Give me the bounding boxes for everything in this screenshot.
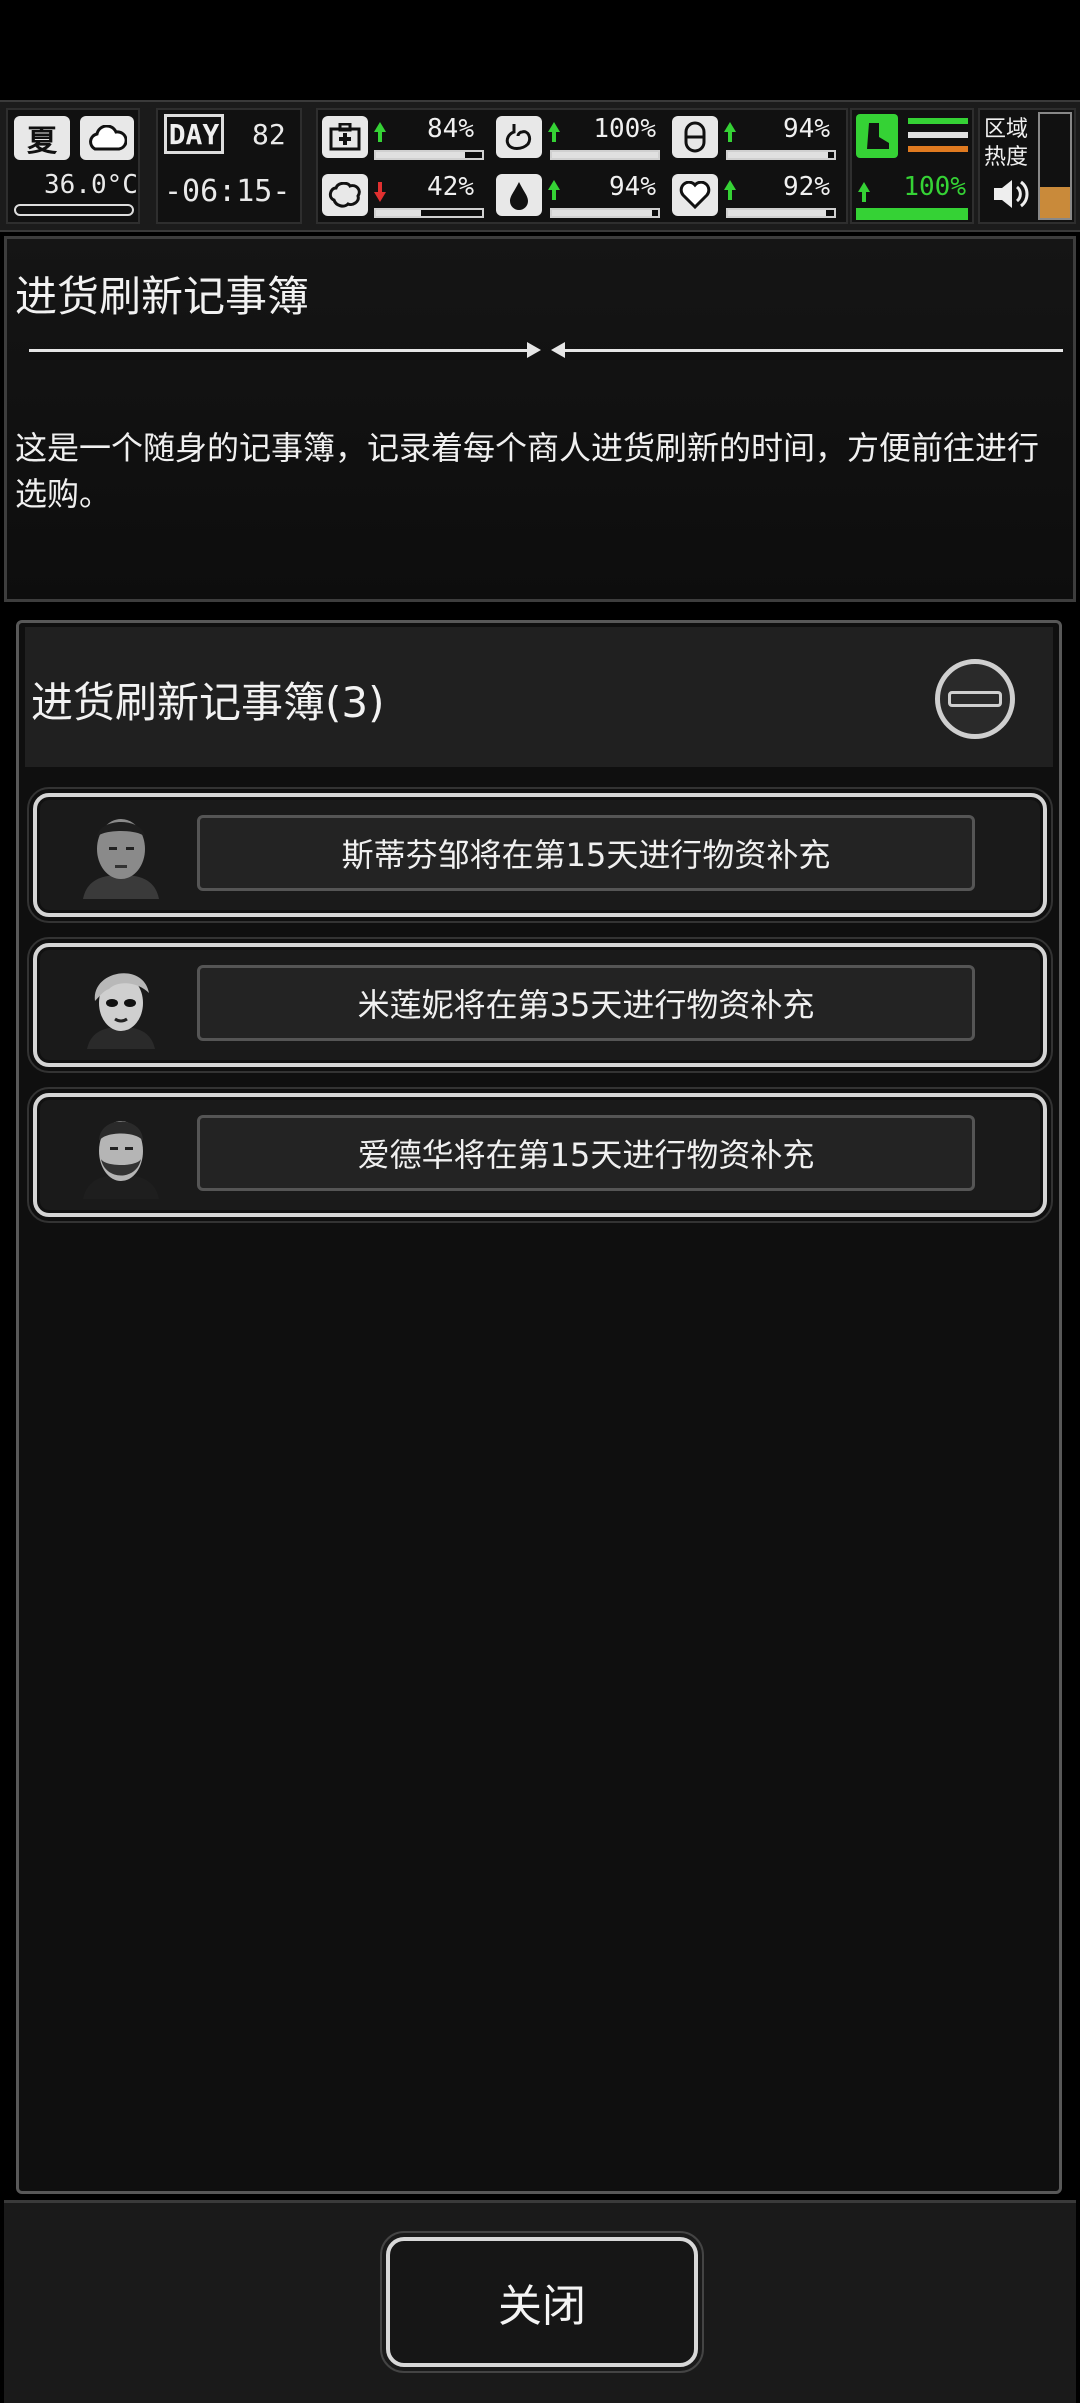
time-readout: -06:15- bbox=[164, 174, 291, 209]
stamina-value: 100% bbox=[903, 172, 966, 202]
water-bar bbox=[550, 208, 660, 218]
health-value: 84% bbox=[427, 114, 474, 144]
heart-bar bbox=[726, 208, 836, 218]
brain-icon bbox=[322, 174, 368, 216]
stomach-value: 100% bbox=[593, 114, 656, 144]
zone-heat-block: 区域热度 bbox=[978, 108, 1076, 224]
restock-entry-label: 斯蒂芬邹将在第15天进行物资补充 bbox=[197, 815, 975, 891]
health-bar bbox=[374, 150, 484, 160]
stamina-lines-icon bbox=[908, 118, 968, 156]
stamina-block: 100% bbox=[850, 108, 974, 224]
list-item[interactable]: 斯蒂芬邹将在第15天进行物资补充 bbox=[27, 787, 1053, 923]
close-button[interactable]: 关闭 bbox=[380, 2231, 704, 2373]
collapse-button[interactable] bbox=[935, 659, 1015, 739]
title-divider bbox=[29, 342, 1063, 358]
restock-list-panel: 进货刷新记事簿(3) 斯蒂芬邹将在第15天进行物资补充 米莲妮将在第35天进行物… bbox=[16, 620, 1062, 2194]
temperature-readout: 36.0°C bbox=[44, 170, 138, 200]
merchant-avatar-stephen bbox=[79, 811, 163, 899]
medkit-icon bbox=[322, 116, 368, 158]
water-value: 94% bbox=[609, 172, 656, 202]
item-title: 进货刷新记事簿 bbox=[15, 272, 310, 321]
minus-icon bbox=[948, 691, 1002, 707]
list-item[interactable]: 爱德华将在第15天进行物资补充 bbox=[27, 1087, 1053, 1223]
pill-value: 94% bbox=[783, 114, 830, 144]
heart-value: 92% bbox=[783, 172, 830, 202]
day-time-block: DAY 82 -06:15- bbox=[156, 108, 302, 224]
season-label: 夏 bbox=[27, 124, 57, 159]
status-hud: 夏 36.0°C DAY 82 -06:15- 84% 100% 94% 42%… bbox=[0, 100, 1080, 232]
stamina-bar bbox=[856, 208, 968, 220]
zone-heat-meter bbox=[1038, 112, 1072, 220]
item-description: 这是一个随身的记事簿，记录着每个商人进货刷新的时间，方便前往进行选购。 bbox=[15, 429, 1040, 513]
season-tile: 夏 bbox=[14, 116, 70, 160]
restock-entry-label: 米莲妮将在第35天进行物资补充 bbox=[197, 965, 975, 1041]
restock-entry-label: 爱德华将在第15天进行物资补充 bbox=[197, 1115, 975, 1191]
pill-icon bbox=[672, 116, 718, 158]
pill-bar bbox=[726, 150, 836, 160]
thermometer-icon bbox=[14, 204, 134, 216]
merchant-avatar-milene bbox=[79, 961, 163, 1049]
brain-value: 42% bbox=[427, 172, 474, 202]
vital-stats-block: 84% 100% 94% 42% 94% 92% bbox=[316, 108, 848, 224]
brain-bar bbox=[374, 208, 484, 218]
day-label: DAY bbox=[164, 114, 224, 154]
boot-icon bbox=[856, 114, 898, 158]
stomach-bar bbox=[550, 150, 660, 160]
list-item[interactable]: 米莲妮将在第35天进行物资补充 bbox=[27, 937, 1053, 1073]
item-info-panel: 进货刷新记事簿 这是一个随身的记事簿，记录着每个商人进货刷新的时间，方便前往进行… bbox=[4, 236, 1076, 602]
list-title: 进货刷新记事簿(3) bbox=[31, 678, 385, 727]
stomach-icon bbox=[496, 116, 542, 158]
heart-icon bbox=[672, 174, 718, 216]
list-header: 进货刷新记事簿(3) bbox=[25, 627, 1053, 767]
day-value: 82 bbox=[252, 118, 286, 151]
water-drop-icon bbox=[496, 174, 542, 216]
zone-heat-label: 区域热度 bbox=[984, 117, 1029, 170]
speaker-icon[interactable] bbox=[990, 176, 1030, 212]
weather-block: 夏 36.0°C bbox=[6, 108, 140, 224]
cloud-icon bbox=[80, 116, 134, 160]
merchant-avatar-edward bbox=[79, 1111, 163, 1199]
footer-bar: 关闭 bbox=[4, 2200, 1076, 2403]
